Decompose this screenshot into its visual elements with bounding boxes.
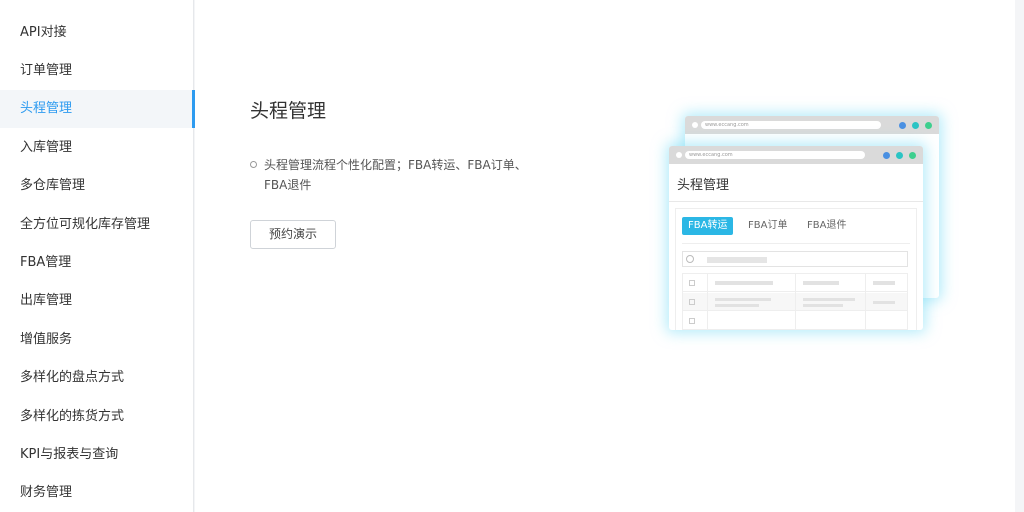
window-dot-icon [883, 152, 890, 159]
sidebar-item-inbound[interactable]: 入库管理 [0, 129, 194, 167]
sidebar-item-inventory[interactable]: 全方位可规化库存管理 [0, 206, 194, 244]
illustration-tab-fba-transfer: FBA转运 [682, 217, 734, 235]
browser-bar: www.eccang.com [685, 116, 939, 134]
divider [795, 274, 796, 330]
sidebar-item-value-added[interactable]: 增值服务 [0, 321, 194, 359]
placeholder-bar [715, 298, 771, 301]
sidebar-nav: API对接 订单管理 头程管理 入库管理 多仓库管理 全方位可规化库存管理 FB… [0, 0, 195, 512]
bullet-icon [250, 161, 257, 168]
placeholder-bar [873, 301, 895, 304]
sidebar-item-orders[interactable]: 订单管理 [0, 52, 194, 90]
placeholder-bar [715, 304, 759, 307]
window-dot-icon [899, 122, 906, 129]
illustration-tab-fba-returns: FBA退件 [807, 220, 847, 231]
sidebar-item-outbound[interactable]: 出库管理 [0, 282, 194, 320]
main-content: 头程管理 头程管理流程个性化配置；FBA转运、FBA订单、FBA退件 预约演示 … [195, 0, 1015, 512]
checkbox-icon [689, 318, 695, 324]
description-text: 头程管理流程个性化配置；FBA转运、FBA订单、FBA退件 [264, 158, 527, 192]
placeholder-bar [715, 281, 773, 285]
sidebar-item-fba[interactable]: FBA管理 [0, 244, 194, 282]
window-dot-icon [909, 152, 916, 159]
divider [669, 201, 923, 202]
window-dot-icon [925, 122, 932, 129]
sidebar-item-multi-warehouse[interactable]: 多仓库管理 [0, 167, 194, 205]
illustration-table [682, 273, 908, 330]
browser-dot-icon [676, 152, 682, 158]
divider [707, 274, 708, 330]
illustration-tab-fba-orders: FBA订单 [748, 220, 788, 231]
placeholder-bar [803, 281, 839, 285]
illustration-window-title: 头程管理 [677, 178, 730, 193]
placeholder-bar [803, 304, 843, 307]
sidebar-item-api[interactable]: API对接 [0, 14, 194, 52]
checkbox-icon [689, 299, 695, 305]
browser-dot-icon [692, 122, 698, 128]
illustration-search [682, 251, 908, 267]
page-title: 头程管理 [250, 100, 327, 122]
feature-description: 头程管理流程个性化配置；FBA转运、FBA订单、FBA退件 [250, 155, 550, 195]
book-demo-button[interactable]: 预约演示 [250, 220, 336, 249]
illustration-front-window: www.eccang.com 头程管理 FBA转运 FBA订单 FBA退件 [669, 146, 923, 330]
window-dot-icon [912, 122, 919, 129]
sidebar-item-finance[interactable]: 财务管理 [0, 474, 194, 512]
placeholder-bar [873, 281, 895, 285]
search-icon [686, 255, 694, 263]
browser-url: www.eccang.com [685, 151, 865, 159]
sidebar-item-stocktake[interactable]: 多样化的盘点方式 [0, 359, 194, 397]
sidebar-item-kpi-reports[interactable]: KPI与报表与查询 [0, 436, 194, 474]
browser-url: www.eccang.com [701, 121, 881, 129]
sidebar-item-first-leg[interactable]: 头程管理 [0, 90, 195, 128]
placeholder-bar [803, 298, 855, 301]
divider [865, 274, 866, 330]
browser-bar: www.eccang.com [669, 146, 923, 164]
page-gutter [1015, 0, 1024, 512]
placeholder-bar [707, 257, 767, 263]
sidebar-item-picking[interactable]: 多样化的拣货方式 [0, 398, 194, 436]
product-illustration: www.eccang.com www.eccang.com 头程管理 FBA转运… [665, 112, 945, 337]
checkbox-icon [689, 280, 695, 286]
illustration-panel: FBA转运 FBA订单 FBA退件 [675, 208, 917, 330]
window-dot-icon [896, 152, 903, 159]
divider [682, 243, 910, 244]
